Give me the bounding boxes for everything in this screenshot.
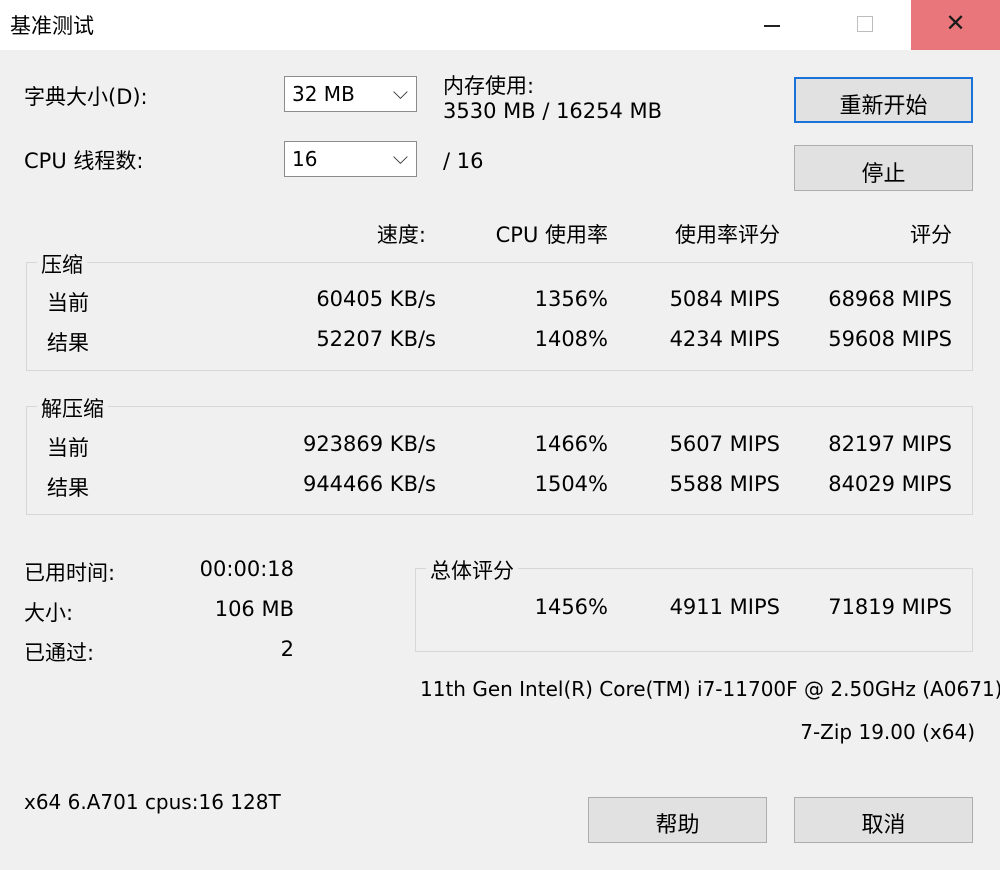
- cpu-threads-select[interactable]: 16 ⌵: [284, 141, 417, 177]
- total-usage: 1456%: [534, 595, 608, 619]
- minimize-button[interactable]: [726, 0, 818, 50]
- compress-group-title: 压缩: [37, 249, 87, 279]
- passes-label: 已通过:: [24, 641, 95, 665]
- decompress-group: [26, 406, 973, 515]
- window-title: 基准测试: [10, 14, 94, 38]
- compress-result-speed: 52207 KB/s: [316, 327, 436, 351]
- close-icon: ✕: [945, 9, 966, 37]
- close-button[interactable]: ✕: [911, 0, 1000, 50]
- cpu-threads-max: / 16: [443, 149, 484, 173]
- compress-current-speed: 60405 KB/s: [316, 287, 436, 311]
- decompress-result-usage: 1504%: [534, 472, 608, 496]
- compress-current-usage-rating: 5084 MIPS: [669, 287, 780, 311]
- stop-button-label: 停止: [861, 162, 906, 187]
- maximize-button[interactable]: [818, 0, 910, 50]
- cancel-button[interactable]: 取消: [794, 797, 973, 843]
- memory-usage-label: 内存使用:: [443, 74, 535, 98]
- decompress-result-rating: 84029 MIPS: [828, 472, 952, 496]
- compress-result-rating: 59608 MIPS: [828, 327, 952, 351]
- decompress-current-usage-rating: 5607 MIPS: [669, 432, 780, 456]
- dict-size-label: 字典大小(D):: [24, 85, 148, 109]
- decompress-group-title: 解压缩: [37, 393, 108, 423]
- decompress-result-speed: 944466 KB/s: [302, 472, 436, 496]
- header-cpu-usage: CPU 使用率: [495, 223, 608, 247]
- total-rating: 71819 MIPS: [828, 595, 952, 619]
- decompress-current-label: 当前: [47, 436, 89, 460]
- stop-button[interactable]: 停止: [794, 145, 973, 191]
- header-rating: 评分: [910, 223, 952, 247]
- decompress-current-rating: 82197 MIPS: [828, 432, 952, 456]
- compress-result-label: 结果: [47, 331, 89, 355]
- maximize-icon: [857, 16, 873, 32]
- help-button-label: 帮助: [655, 813, 700, 838]
- decompress-current-speed: 923869 KB/s: [302, 432, 436, 456]
- dict-size-value: 32 MB: [292, 82, 355, 106]
- elapsed-time-label: 已用时间:: [24, 561, 116, 585]
- decompress-result-label: 结果: [47, 476, 89, 500]
- compress-current-rating: 68968 MIPS: [828, 287, 952, 311]
- passes-value: 2: [280, 637, 294, 661]
- chevron-down-icon: ⌵: [392, 145, 408, 169]
- compress-result-usage-rating: 4234 MIPS: [669, 327, 780, 351]
- size-value: 106 MB: [214, 597, 294, 621]
- decompress-result-usage-rating: 5588 MIPS: [669, 472, 780, 496]
- compress-current-usage: 1356%: [534, 287, 608, 311]
- title-bar: 基准测试 ✕: [0, 0, 1000, 50]
- compress-result-usage: 1408%: [534, 327, 608, 351]
- header-speed: 速度:: [376, 223, 426, 247]
- header-usage-rating: 使用率评分: [675, 223, 780, 247]
- size-label: 大小:: [24, 601, 74, 625]
- compress-group: [26, 262, 973, 371]
- cpu-threads-label: CPU 线程数:: [24, 149, 144, 173]
- compress-current-label: 当前: [47, 291, 89, 315]
- elapsed-time-value: 00:00:18: [199, 557, 294, 581]
- minimize-icon: [764, 25, 780, 27]
- cpu-threads-value: 16: [292, 147, 318, 171]
- total-rating-title: 总体评分: [426, 555, 518, 585]
- help-button[interactable]: 帮助: [588, 797, 767, 843]
- cpu-name: 11th Gen Intel(R) Core(TM) i7-11700F @ 2…: [420, 677, 1000, 701]
- dict-size-select[interactable]: 32 MB ⌵: [284, 76, 417, 112]
- restart-button-label: 重新开始: [839, 94, 928, 119]
- total-usage-rating: 4911 MIPS: [669, 595, 780, 619]
- cancel-button-label: 取消: [861, 813, 906, 838]
- version-info: 7-Zip 19.00 (x64): [800, 720, 975, 744]
- memory-usage-value: 3530 MB / 16254 MB: [443, 99, 663, 123]
- chevron-down-icon: ⌵: [392, 80, 408, 104]
- restart-button[interactable]: 重新开始: [794, 77, 973, 123]
- system-info: x64 6.A701 cpus:16 128T: [24, 790, 281, 814]
- decompress-current-usage: 1466%: [534, 432, 608, 456]
